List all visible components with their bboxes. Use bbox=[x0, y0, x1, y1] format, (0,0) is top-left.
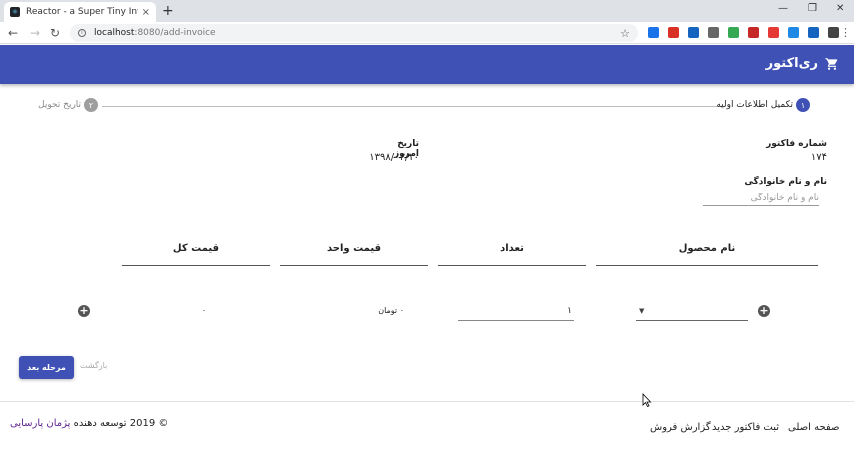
invoice-number-value: ۱۷۴ bbox=[810, 152, 827, 163]
browser-extension-icon[interactable] bbox=[808, 27, 819, 38]
invoice-number-label: شماره فاکتور bbox=[766, 139, 827, 149]
address-bar[interactable]: i localhost:8080/add-invoice ☆ bbox=[70, 24, 638, 42]
browser-menu-icon[interactable]: ⋮ bbox=[840, 26, 851, 39]
step-number: ۲ bbox=[84, 98, 99, 112]
brand-title: ری‌اکتور bbox=[765, 56, 818, 71]
today-date-value: ۱۳۹۸/۰۳/۱۰ bbox=[369, 152, 419, 163]
footer-divider bbox=[0, 401, 854, 402]
browser-extension-icon[interactable] bbox=[708, 27, 719, 38]
minimize-icon[interactable]: — bbox=[778, 3, 788, 14]
bookmark-star-icon[interactable]: ☆ bbox=[620, 27, 630, 40]
column-header-quantity: تعداد bbox=[438, 240, 586, 266]
info-icon[interactable]: i bbox=[78, 29, 86, 37]
stepper: ۱ تکمیل اطلاعات اولیه ۲ تاریخ تحویل bbox=[24, 98, 824, 116]
full-name-input[interactable] bbox=[703, 191, 819, 206]
copyright: © 2019 توسعه دهنده پژمان پارسایی bbox=[10, 418, 168, 429]
browser-tab[interactable]: ⚛ Reactor - a Super Tiny Invoice M × bbox=[4, 2, 156, 22]
footer-link-home[interactable]: صفحه اصلی bbox=[788, 422, 839, 433]
stepper-connector bbox=[102, 106, 722, 107]
tab-title: Reactor - a Super Tiny Invoice M bbox=[26, 7, 138, 17]
mouse-cursor-icon bbox=[642, 393, 652, 407]
url-path: :8080/add-invoice bbox=[134, 28, 216, 38]
step-delivery-date: ۲ تاریخ تحویل bbox=[38, 98, 99, 112]
column-header-total-price: قیمت کل bbox=[122, 240, 270, 266]
quantity-input[interactable]: ۱ bbox=[458, 303, 574, 321]
step-basic-info: ۱ تکمیل اطلاعات اولیه bbox=[716, 98, 810, 112]
add-row-icon[interactable]: + bbox=[758, 305, 770, 317]
unit-price-value: ۰ تومان bbox=[378, 306, 404, 315]
react-favicon-icon: ⚛ bbox=[10, 7, 20, 17]
footer-link-new-invoice[interactable]: ثبت فاکتور جدید bbox=[712, 422, 779, 433]
forward-arrow-icon[interactable]: → bbox=[30, 26, 40, 40]
browser-extension-icon[interactable] bbox=[688, 27, 699, 38]
back-arrow-icon[interactable]: ← bbox=[8, 26, 18, 40]
dropdown-arrow-icon: ▼ bbox=[639, 307, 645, 315]
next-step-button[interactable]: مرحله بعد bbox=[19, 356, 74, 379]
back-button[interactable]: بازگشت bbox=[80, 361, 107, 370]
step-label: تاریخ تحویل bbox=[38, 100, 82, 110]
column-header-product: نام محصول bbox=[596, 240, 818, 266]
footer-link-sales-report[interactable]: گزارش فروش bbox=[650, 422, 711, 433]
column-header-unit-price: قیمت واحد bbox=[280, 240, 428, 266]
reload-icon[interactable]: ↻ bbox=[50, 26, 60, 40]
brand[interactable]: ری‌اکتور bbox=[766, 56, 840, 71]
product-select[interactable]: ▼ bbox=[636, 303, 748, 321]
step-label: تکمیل اطلاعات اولیه bbox=[716, 100, 793, 110]
add-item-icon[interactable]: + bbox=[78, 305, 90, 317]
browser-extension-icon[interactable] bbox=[728, 27, 739, 38]
url-host: localhost bbox=[94, 28, 135, 38]
window-close-icon[interactable]: ✕ bbox=[836, 3, 844, 14]
browser-extension-icon[interactable] bbox=[828, 27, 839, 38]
browser-extension-icon[interactable] bbox=[748, 27, 759, 38]
browser-tab-bar: ⚛ Reactor - a Super Tiny Invoice M × + —… bbox=[0, 0, 854, 22]
total-price-value: ۰ bbox=[201, 306, 207, 315]
browser-extension-icon[interactable] bbox=[648, 27, 659, 38]
copyright-text: © 2019 توسعه دهنده bbox=[73, 418, 169, 429]
browser-extension-icon[interactable] bbox=[668, 27, 679, 38]
close-tab-icon[interactable]: × bbox=[142, 7, 150, 18]
browser-extension-icon[interactable] bbox=[768, 27, 779, 38]
app-header: ری‌اکتور bbox=[0, 45, 854, 84]
full-name-label: نام و نام خانوادگی bbox=[744, 177, 827, 187]
new-tab-button[interactable]: + bbox=[162, 3, 174, 19]
browser-extension-icon[interactable] bbox=[788, 27, 799, 38]
step-number: ۱ bbox=[796, 98, 810, 112]
maximize-icon[interactable]: ❐ bbox=[808, 3, 817, 14]
shopping-cart-icon bbox=[825, 57, 838, 70]
browser-toolbar: ← → ↻ i localhost:8080/add-invoice ☆ ⋮ bbox=[0, 22, 854, 44]
author-link[interactable]: پژمان پارسایی bbox=[10, 418, 70, 429]
